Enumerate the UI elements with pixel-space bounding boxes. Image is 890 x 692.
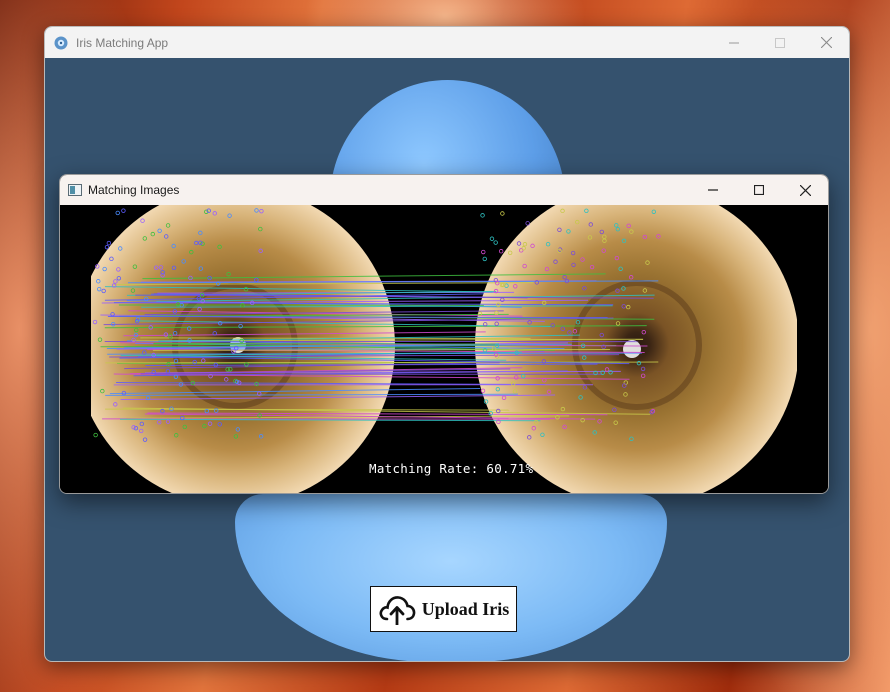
maximize-icon <box>754 185 764 195</box>
matching-minimize-button[interactable] <box>690 175 736 205</box>
upload-iris-button[interactable]: Upload Iris <box>370 586 517 632</box>
minimize-icon <box>729 42 739 43</box>
matching-close-button[interactable] <box>782 175 828 205</box>
close-icon <box>799 184 811 196</box>
maximize-icon <box>775 37 785 48</box>
bust-body-image <box>235 494 667 661</box>
matching-images-window: Matching Images Matching Rate: 60.71% <box>59 174 829 494</box>
window-title: Iris Matching App <box>76 35 169 50</box>
upload-button-label: Upload Iris <box>421 598 510 619</box>
matching-window-title: Matching Images <box>88 183 180 197</box>
matching-titlebar[interactable]: Matching Images <box>60 175 828 205</box>
iris-pair-visualization <box>91 205 797 493</box>
matching-rate-label: Matching Rate: 60.71% <box>369 461 534 476</box>
main-titlebar[interactable]: Iris Matching App <box>45 27 849 58</box>
matching-result-image: Matching Rate: 60.71% <box>60 205 828 493</box>
maximize-button[interactable] <box>757 27 803 58</box>
matching-maximize-button[interactable] <box>736 175 782 205</box>
minimize-button[interactable] <box>711 27 757 58</box>
close-icon <box>820 37 832 48</box>
app-feather-icon <box>54 36 68 49</box>
close-button[interactable] <box>803 27 849 58</box>
minimize-icon <box>708 189 718 191</box>
window-app-icon <box>68 184 82 196</box>
cloud-upload-icon <box>379 596 416 625</box>
